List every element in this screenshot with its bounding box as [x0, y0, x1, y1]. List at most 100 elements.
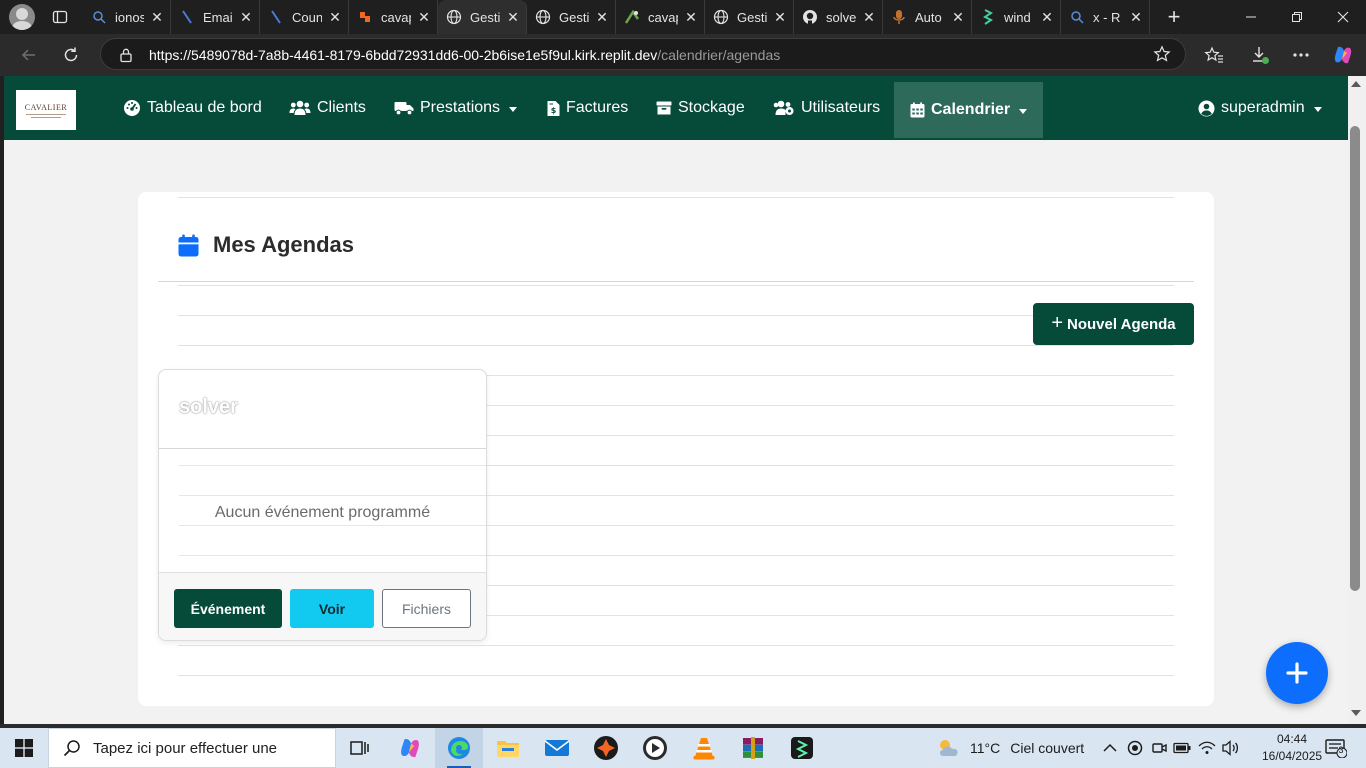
tab-title: Auto	[915, 9, 942, 25]
close-tab-icon[interactable]: ✕	[150, 9, 164, 26]
reload-button[interactable]	[56, 41, 86, 69]
tab-actions-icon[interactable]	[45, 4, 75, 30]
add-event-button[interactable]: Événement	[174, 589, 282, 628]
close-tab-icon[interactable]: ✕	[1129, 9, 1143, 26]
divider	[178, 315, 1174, 316]
browser-tab[interactable]: cavap ✕	[616, 0, 705, 34]
close-tab-icon[interactable]: ✕	[239, 9, 253, 26]
nav-label: Calendrier	[931, 101, 1011, 118]
record-icon[interactable]	[1125, 738, 1145, 758]
favorites-icon[interactable]	[1199, 41, 1229, 69]
edge-taskbar-icon[interactable]	[435, 728, 483, 768]
nav-prestations[interactable]: Prestations	[394, 76, 518, 140]
close-tab-icon[interactable]: ✕	[328, 9, 342, 26]
notifications-icon[interactable]: 3	[1322, 738, 1350, 758]
scrollbar-thumb[interactable]	[1350, 126, 1360, 591]
browser-tab[interactable]: Gesti ✕	[705, 0, 794, 34]
meet-icon[interactable]	[1149, 738, 1169, 758]
wifi-icon[interactable]	[1197, 738, 1217, 758]
battery-icon[interactable]	[1172, 738, 1192, 758]
users-icon	[289, 100, 311, 116]
browser-tab[interactable]: Email ✕	[171, 0, 260, 34]
new-tab-button[interactable]: +	[1154, 4, 1194, 30]
browser-tab[interactable]: solve ✕	[794, 0, 883, 34]
restore-button[interactable]	[1274, 0, 1320, 34]
scroll-down-arrow[interactable]	[1351, 710, 1361, 716]
browser-tab[interactable]: Gesti ✕	[527, 0, 616, 34]
users-cog-icon	[773, 100, 795, 116]
close-tab-icon[interactable]: ✕	[773, 9, 787, 26]
search-favicon	[1069, 9, 1085, 25]
close-tab-icon[interactable]: ✕	[862, 9, 876, 26]
close-tab-icon[interactable]: ✕	[684, 9, 698, 26]
media-player-icon[interactable]	[631, 728, 679, 768]
start-button[interactable]	[0, 728, 48, 768]
browser-tab[interactable]: Gesti ✕	[438, 0, 527, 34]
close-tab-icon[interactable]: ✕	[951, 9, 965, 26]
nav-utilisateurs[interactable]: Utilisateurs	[773, 76, 880, 140]
leaf-favicon	[980, 9, 996, 25]
task-view-icon[interactable]	[336, 728, 384, 768]
tab-title: solve	[826, 9, 856, 25]
app-taskbar-icon[interactable]	[582, 728, 630, 768]
weather-temperature: 11°C	[970, 740, 1001, 756]
slash-favicon	[268, 9, 284, 25]
nav-factures[interactable]: $ Factures	[547, 76, 628, 140]
taskbar-search[interactable]: Tapez ici pour effectuer une	[48, 728, 336, 768]
back-button[interactable]	[14, 41, 44, 69]
browser-tab[interactable]: x - R ✕	[1061, 0, 1150, 34]
company-logo[interactable]: CAVALIER	[16, 90, 76, 130]
view-agenda-button[interactable]: Voir	[290, 589, 374, 628]
close-tab-icon[interactable]: ✕	[595, 9, 609, 26]
close-tab-icon[interactable]: ✕	[1040, 9, 1054, 26]
nav-stockage[interactable]: Stockage	[656, 76, 745, 140]
files-button[interactable]: Fichiers	[382, 589, 471, 628]
address-bar[interactable]: https://5489078d-7a8b-4461-8179-6bdd7293…	[100, 38, 1186, 70]
weather-widget[interactable]: 11°C Ciel couvert	[936, 728, 1084, 768]
new-agenda-button[interactable]: + Nouvel Agenda	[1033, 303, 1194, 345]
floating-add-button[interactable]	[1266, 642, 1328, 704]
agendas-card: Mes Agendas + Nouvel Agenda solver Aucun…	[138, 192, 1214, 706]
browser-tab[interactable]: cavap ✕	[349, 0, 438, 34]
nav-clients[interactable]: Clients	[289, 76, 366, 140]
calendar-icon	[910, 102, 925, 118]
site-info-icon[interactable]	[119, 47, 133, 63]
close-tab-icon[interactable]: ✕	[417, 9, 431, 26]
browser-tab[interactable]: Coun ✕	[260, 0, 349, 34]
page-scrollbar[interactable]	[1348, 76, 1366, 724]
nav-tableau-de-bord[interactable]: Tableau de bord	[123, 76, 262, 140]
mail-icon[interactable]	[533, 728, 581, 768]
winrar-icon[interactable]	[729, 728, 777, 768]
vlc-icon[interactable]	[680, 728, 728, 768]
close-window-button[interactable]	[1320, 0, 1366, 34]
downloads-icon[interactable]	[1245, 41, 1275, 69]
taskbar-clock[interactable]: 04:44 16/04/2025	[1262, 731, 1322, 765]
user-menu[interactable]: superadmin	[1198, 76, 1322, 140]
close-tab-icon[interactable]: ✕	[506, 9, 520, 26]
minimize-button[interactable]	[1228, 0, 1274, 34]
file-explorer-icon[interactable]	[484, 728, 532, 768]
browser-tab[interactable]: Auto ✕	[883, 0, 972, 34]
browser-tab[interactable]: ionos ✕	[83, 0, 171, 34]
clock-time: 04:44	[1276, 732, 1308, 746]
browser-tab[interactable]: wind ✕	[972, 0, 1061, 34]
agenda-card-header: solver	[159, 370, 486, 449]
chevron-up-icon[interactable]	[1100, 738, 1120, 758]
terminal-app-icon[interactable]	[778, 728, 826, 768]
chevron-down-icon	[509, 106, 518, 112]
nav-label: Prestations	[420, 99, 501, 116]
volume-icon[interactable]	[1220, 738, 1240, 758]
search-placeholder: Tapez ici pour effectuer une	[93, 739, 278, 757]
calendar-icon	[178, 234, 199, 257]
box-icon	[656, 101, 672, 115]
more-menu-icon[interactable]	[1286, 41, 1316, 69]
favorite-star-icon[interactable]	[1153, 45, 1171, 63]
divider	[178, 285, 1174, 286]
copilot-taskbar-icon[interactable]	[386, 728, 434, 768]
copilot-icon[interactable]	[1328, 41, 1358, 69]
empty-events-text: Aucun événement programmé	[214, 504, 431, 521]
nav-calendrier[interactable]: Calendrier	[894, 82, 1044, 138]
clock-date: 16/04/2025	[1262, 749, 1323, 763]
scroll-up-arrow[interactable]	[1351, 81, 1361, 87]
profile-avatar-icon[interactable]	[9, 4, 35, 30]
